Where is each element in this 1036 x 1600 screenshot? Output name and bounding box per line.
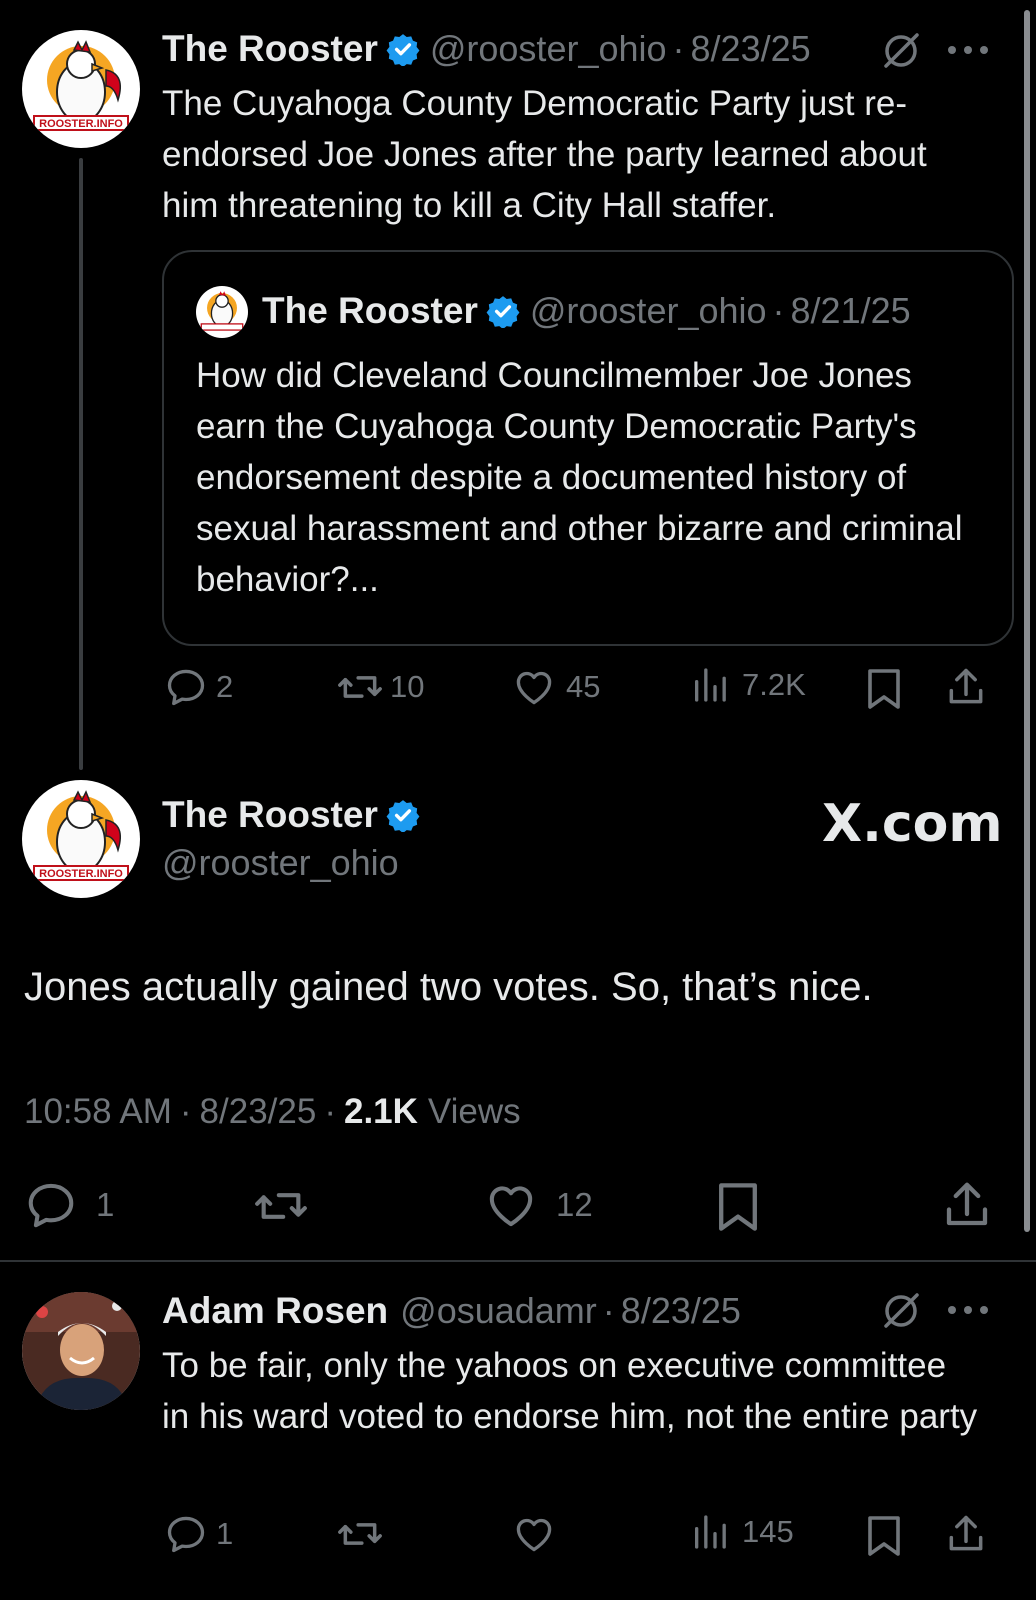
like-button[interactable]: 12 [484, 1178, 593, 1232]
repost-icon [338, 676, 382, 698]
post3-text: To be fair, only the yahoos on executive… [162, 1346, 978, 1436]
share-icon[interactable] [944, 1512, 988, 1556]
verified-badge-icon [386, 800, 420, 832]
separator-dot: · [179, 1092, 192, 1131]
quote-avatar [196, 286, 248, 338]
post2-date[interactable]: 8/23/25 [200, 1092, 317, 1132]
reply-button[interactable]: 1 [24, 1178, 114, 1232]
bookmark-icon[interactable] [864, 667, 904, 711]
post1-text: The Cuyahoga County Democratic Party jus… [162, 84, 927, 225]
grok-icon[interactable] [880, 1290, 922, 1332]
reply-icon [167, 669, 205, 706]
heart-icon [489, 1186, 533, 1227]
separator-dot: · [772, 290, 785, 331]
reply-button[interactable]: 2 [164, 665, 233, 709]
post2-text: Jones actually gained two votes. So, tha… [24, 965, 873, 1009]
quote-date: 8/21/25 [790, 290, 911, 331]
profile-photo-icon [22, 1292, 140, 1410]
repost-button[interactable]: 10 [336, 665, 424, 709]
post2-handle[interactable]: @rooster_ohio [162, 842, 399, 884]
grok-icon[interactable] [880, 30, 922, 72]
post3-header: Adam Rosen @osuadamr · 8/23/25 [162, 1290, 741, 1332]
thread-line [79, 158, 83, 770]
rooster-logo-icon [200, 291, 244, 331]
analytics-icon [695, 1515, 726, 1549]
quote-text: How did Cleveland Councilmember Joe Jone… [196, 356, 963, 599]
post1-author-name[interactable]: The Rooster [162, 28, 378, 70]
analytics-icon [695, 668, 726, 702]
bookmark-icon[interactable] [714, 1180, 762, 1234]
more-options-icon[interactable] [946, 1304, 990, 1316]
reply-icon [28, 1183, 74, 1228]
reply-button[interactable]: 1 [164, 1512, 233, 1556]
x-watermark: X.com [822, 794, 1003, 854]
post3-author-name[interactable]: Adam Rosen [162, 1290, 388, 1332]
views-count: 7.2K [742, 667, 806, 702]
like-button[interactable]: 45 [512, 665, 600, 709]
reply-icon [167, 1516, 205, 1553]
more-options-icon[interactable] [946, 44, 990, 56]
reply-count: 2 [216, 669, 234, 704]
repost-icon[interactable] [252, 1180, 310, 1232]
post3-date[interactable]: 8/23/25 [621, 1290, 741, 1332]
share-icon[interactable] [940, 1178, 994, 1232]
post2-views-label: Views [427, 1092, 521, 1131]
views-count: 145 [742, 1514, 794, 1549]
verified-badge-icon [486, 296, 520, 328]
verified-badge-icon [386, 34, 420, 66]
post1-date[interactable]: 8/23/25 [691, 28, 811, 70]
post1-handle[interactable]: @rooster_ohio [430, 28, 667, 70]
post2-time[interactable]: 10:58 AM [24, 1092, 172, 1132]
quote-header: The Rooster @rooster_ohio · 8/21/25 [262, 290, 911, 332]
post2-header: The Rooster [162, 794, 430, 836]
reply-count: 1 [96, 1186, 115, 1223]
separator-dot: · [324, 1092, 336, 1131]
share-icon[interactable] [944, 665, 988, 709]
rooster-avatar[interactable]: ROOSTER.INFO [22, 30, 140, 148]
bookmark-icon[interactable] [864, 1514, 904, 1558]
like-count: 12 [556, 1186, 593, 1223]
post3-handle[interactable]: @osuadamr [400, 1290, 597, 1332]
svg-text:ROOSTER.INFO: ROOSTER.INFO [39, 118, 123, 130]
views-button[interactable]: 145 [690, 1512, 794, 1552]
quote-author-name: The Rooster [262, 290, 478, 331]
rooster-logo-icon: ROOSTER.INFO [33, 790, 129, 881]
repost-count: 10 [390, 669, 425, 704]
svg-text:ROOSTER.INFO: ROOSTER.INFO [39, 868, 123, 880]
reply-count: 1 [216, 1516, 234, 1551]
quote-handle: @rooster_ohio [529, 290, 767, 331]
divider [0, 1260, 1036, 1262]
rooster-logo-icon: ROOSTER.INFO [33, 40, 129, 131]
heart-icon[interactable] [512, 1512, 556, 1556]
heart-icon [516, 671, 552, 705]
post2-author-name[interactable]: The Rooster [162, 794, 378, 836]
post2-meta: 10:58 AM · 8/23/25 · 2.1K Views [24, 1092, 521, 1132]
separator-dot: · [672, 28, 685, 69]
repost-icon[interactable] [336, 1512, 384, 1556]
like-count: 45 [566, 669, 601, 704]
views-button[interactable]: 7.2K [690, 665, 806, 705]
post1-header: The Rooster @rooster_ohio · 8/23/25 [162, 28, 811, 70]
post2-views-count: 2.1K [343, 1092, 418, 1131]
scrollbar[interactable] [1024, 10, 1030, 1232]
rooster-avatar[interactable]: ROOSTER.INFO [22, 780, 140, 898]
adam-rosen-avatar[interactable] [22, 1292, 140, 1410]
separator-dot: · [602, 1290, 615, 1331]
